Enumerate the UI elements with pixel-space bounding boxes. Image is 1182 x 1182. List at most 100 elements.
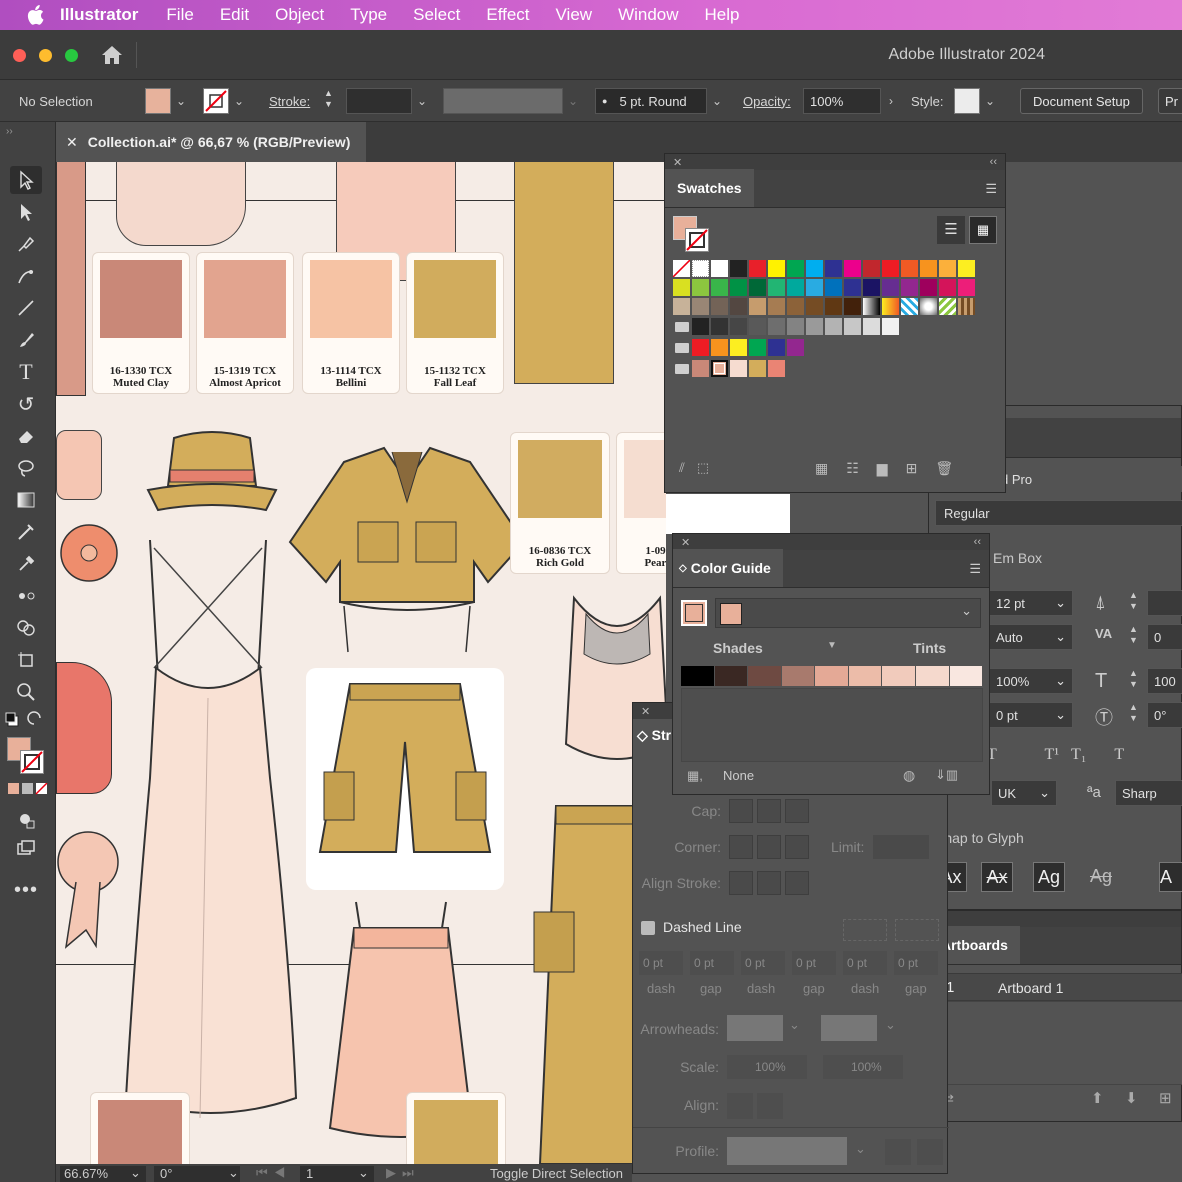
slip-dress-illustration[interactable]: [120, 538, 300, 1132]
color-variation-swatch[interactable]: [681, 666, 715, 686]
close-window-button[interactable]: [13, 49, 26, 62]
dash-gap-fields[interactable]: 0 pt 0 pt 0 pt 0 pt 0 pt 0 pt: [639, 951, 949, 977]
arrow-align-buttons[interactable]: [727, 1093, 783, 1119]
stroke-weight-input[interactable]: [346, 88, 412, 114]
variable-width-profile[interactable]: [443, 88, 563, 114]
stepper-icon[interactable]: ▲ ▼: [1129, 668, 1138, 690]
edit-toolbar-icon[interactable]: •••: [10, 876, 42, 904]
color-mode-buttons[interactable]: [8, 782, 48, 795]
garment-illustration[interactable]: [56, 162, 86, 396]
stroke-panel-tab[interactable]: ◇ Str: [637, 727, 671, 744]
lasso-tool-icon[interactable]: [10, 454, 42, 482]
scrunchie-illustration[interactable]: [56, 822, 120, 952]
swap-fill-stroke-icon[interactable]: [4, 706, 48, 734]
line-tool-icon[interactable]: [10, 294, 42, 322]
minimize-window-button[interactable]: [39, 49, 52, 62]
stepper-icon[interactable]: ▲ ▼: [1129, 702, 1138, 724]
new-artboard-icon[interactable]: ⊞: [1159, 1089, 1172, 1107]
color-chip[interactable]: 1-0907 T Pearled I: [616, 432, 666, 574]
panel-menu-icon[interactable]: ☰: [985, 181, 997, 197]
gradient-tool-icon[interactable]: [10, 486, 42, 514]
profile-select[interactable]: [727, 1137, 847, 1165]
swatch-grid[interactable]: [672, 259, 987, 380]
start-scale-field[interactable]: 100%: [727, 1055, 807, 1079]
screen-mode-icon[interactable]: [10, 834, 42, 862]
shape-builder-tool-icon[interactable]: [10, 614, 42, 642]
stroke-color-icon[interactable]: [685, 228, 709, 252]
chevron-down-icon[interactable]: ⌄: [130, 1165, 141, 1181]
chevron-down-icon[interactable]: ⌄: [855, 1141, 866, 1157]
language-field[interactable]: UK ⌄: [991, 780, 1057, 806]
document-setup-button[interactable]: Document Setup: [1020, 88, 1143, 114]
font-style-field[interactable]: Regular: [935, 500, 1182, 526]
chevron-down-icon[interactable]: ⌄: [412, 88, 432, 114]
panel-menu-icon[interactable]: ☰: [969, 561, 981, 577]
base-color-swatch[interactable]: [681, 600, 707, 626]
chevron-down-icon[interactable]: ⌄: [171, 88, 191, 114]
leading-field[interactable]: Auto ⌄: [989, 624, 1073, 650]
artboard-list-item[interactable]: 1 Artboard 1: [935, 973, 1182, 1001]
collapse-panel-icon[interactable]: ‹‹: [990, 156, 997, 168]
end-scale-field[interactable]: 100%: [823, 1055, 903, 1079]
dash-align-button[interactable]: [895, 919, 939, 941]
color-variation-swatch[interactable]: [748, 666, 782, 686]
menu-help[interactable]: Help: [705, 5, 740, 25]
snap-angular-button[interactable]: A: [1159, 862, 1182, 892]
apple-menu-icon[interactable]: [24, 4, 46, 26]
swatch-action-buttons[interactable]: ▦ ☷ ▆ ⊞ 🗑: [815, 460, 953, 477]
eraser-tool-icon[interactable]: [10, 422, 42, 450]
swimsuit-illustration[interactable]: [56, 662, 112, 794]
menu-edit[interactable]: Edit: [220, 5, 249, 25]
chevron-right-icon[interactable]: ›: [881, 88, 901, 114]
flip-profile-button[interactable]: [885, 1139, 911, 1165]
menu-file[interactable]: File: [166, 5, 193, 25]
menu-select[interactable]: Select: [413, 5, 460, 25]
mesh-tool-icon[interactable]: [10, 518, 42, 546]
color-variation-swatch[interactable]: [714, 666, 749, 686]
swatch-library-buttons[interactable]: ⫽ ⬚: [679, 460, 709, 476]
menu-object[interactable]: Object: [275, 5, 324, 25]
zoom-window-button[interactable]: [65, 49, 78, 62]
garment-illustration[interactable]: [514, 162, 614, 384]
anti-aliasing-field[interactable]: Sharp: [1115, 780, 1182, 806]
kerning-field[interactable]: 0: [1147, 624, 1182, 650]
color-variation-swatch[interactable]: [848, 666, 883, 686]
start-arrowhead-select[interactable]: [727, 1015, 783, 1041]
blend-tool-icon[interactable]: [10, 582, 42, 610]
caret-down-icon[interactable]: ▼: [827, 640, 837, 651]
chevron-down-icon[interactable]: ⌄: [707, 88, 727, 114]
close-panel-icon[interactable]: ✕: [681, 536, 690, 549]
type-tool-icon[interactable]: T: [10, 358, 42, 386]
color-variation-swatch[interactable]: [815, 666, 849, 686]
collapse-toolbar-icon[interactable]: ››: [6, 126, 13, 137]
opacity-input[interactable]: 100%: [803, 88, 881, 114]
dashed-line-checkbox[interactable]: [641, 921, 655, 935]
opacity-label[interactable]: Opacity:: [743, 88, 791, 114]
artboard-canvas[interactable]: 16-1330 TCX Muted Clay 15-1319 TCX Almos…: [56, 162, 666, 1164]
grid-view-icon[interactable]: ▦: [969, 216, 997, 244]
chevron-down-icon[interactable]: ⌄: [885, 1017, 896, 1033]
chevron-down-icon[interactable]: ⌄: [789, 1017, 800, 1033]
home-icon[interactable]: [100, 44, 124, 69]
stepper-icon[interactable]: ▲ ▼: [1129, 590, 1138, 612]
bucket-hat-illustration[interactable]: [144, 430, 280, 518]
color-variation-ramp[interactable]: [681, 666, 984, 686]
stroke-swatch[interactable]: [203, 88, 229, 114]
chevron-down-icon[interactable]: ⌄: [980, 88, 1000, 114]
rotate-tool-icon[interactable]: ↺: [10, 390, 42, 418]
cargo-shorts-illustration[interactable]: [312, 682, 498, 860]
flip-profile-button[interactable]: [917, 1139, 943, 1165]
flower-illustration[interactable]: [56, 518, 122, 588]
color-chip[interactable]: 16-1330 TCX Muted Clay: [92, 252, 190, 394]
color-chip[interactable]: 15-1132 TCX Fall Leaf: [406, 252, 504, 394]
color-variation-swatch[interactable]: [949, 666, 984, 686]
tracking-field[interactable]: [1147, 590, 1182, 616]
type-style-buttons[interactable]: T T¹ T₁ T: [987, 746, 1124, 764]
garment-illustration[interactable]: [116, 162, 246, 246]
cap-buttons[interactable]: [729, 799, 813, 823]
artboard-tool-icon[interactable]: [10, 646, 42, 674]
horizontal-scale-field[interactable]: 100: [1147, 668, 1182, 694]
crop-shirt-illustration[interactable]: [284, 442, 530, 662]
dash-align-button[interactable]: [843, 919, 887, 941]
paintbrush-tool-icon[interactable]: [10, 326, 42, 354]
